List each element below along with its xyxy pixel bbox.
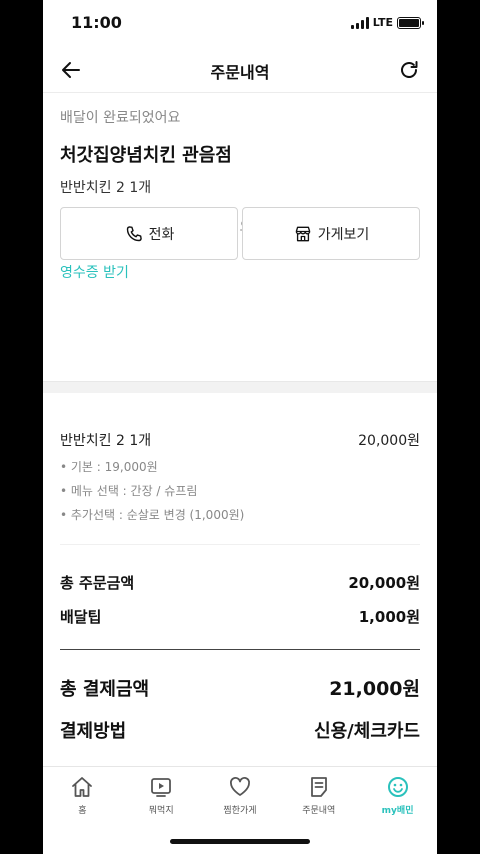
item-option: • 추가선택 : 순살로 변경 (1,000원) <box>60 508 245 522</box>
signal-icon <box>350 16 369 29</box>
order-total-label: 총 주문금액 <box>60 574 135 592</box>
status-indicators: LTE <box>350 16 424 29</box>
phone-icon <box>126 225 142 241</box>
status-time: 11:00 <box>71 13 122 32</box>
receipt-icon <box>310 777 327 797</box>
battery-icon <box>397 16 424 29</box>
delivery-tip-row: 배달팁 1,000원 <box>60 606 420 627</box>
payment-total-value: 21,000원 <box>329 678 420 700</box>
ordered-summary: 반반치킨 2 1개 <box>60 180 152 196</box>
item-price: 20,000원 <box>358 433 420 449</box>
receipt-link[interactable]: 영수증 받기 <box>60 262 129 282</box>
delivery-tip-label: 배달팁 <box>60 608 102 626</box>
order-total-row: 총 주문금액 20,000원 <box>60 572 420 593</box>
store-icon <box>295 226 311 241</box>
payment-total-label: 총 결제금액 <box>60 679 150 700</box>
tab-home[interactable]: 홈 <box>43 767 122 854</box>
call-label: 전화 <box>148 226 175 243</box>
item-name: 반반치킨 2 1개 <box>60 433 152 449</box>
delivery-tip-value: 1,000원 <box>358 608 420 626</box>
network-label: LTE <box>372 16 393 29</box>
header: 주문내역 <box>43 46 437 93</box>
home-indicator <box>170 839 310 844</box>
item-options: • 기본 : 19,000원 • 메뉴 선택 : 간장 / 슈프림 • 추가선택… <box>60 455 420 527</box>
delivery-status: 배달이 완료되었어요 <box>60 110 181 126</box>
divider <box>60 649 420 650</box>
item-option: • 기본 : 19,000원 <box>60 460 158 474</box>
tab-label: 주문내역 <box>302 806 336 816</box>
status-bar: 11:00 LTE <box>43 0 437 46</box>
item-option: • 메뉴 선택 : 간장 / 슈프림 <box>60 484 198 498</box>
store-label: 가게보기 <box>317 226 370 243</box>
section-divider <box>43 381 437 393</box>
smiley-icon <box>387 777 408 797</box>
tab-my-baemin[interactable]: my배민 <box>358 767 437 854</box>
payment-method-row: 결제방법 신용/체크카드 <box>60 717 420 743</box>
order-detail-screen: 11:00 LTE 주문내역 배달이 완료되었어요 처갓집양념치킨 관음점 반반… <box>43 0 437 854</box>
play-screen-icon <box>151 778 172 797</box>
tab-label: my배민 <box>381 806 414 816</box>
order-items: 반반치킨 2 1개 20,000원 • 기본 : 19,000원 • 메뉴 선택… <box>60 393 420 743</box>
item-row: 반반치킨 2 1개 20,000원 <box>60 430 420 450</box>
refresh-icon[interactable] <box>397 58 421 82</box>
action-buttons: 전화 가게보기 <box>60 207 420 260</box>
tab-label: 뭐먹지 <box>148 806 174 816</box>
call-button[interactable]: 전화 <box>60 207 238 260</box>
divider <box>60 544 420 545</box>
view-store-button[interactable]: 가게보기 <box>242 207 420 260</box>
order-total-value: 20,000원 <box>348 574 420 592</box>
heart-icon <box>230 777 250 796</box>
payment-total-row: 총 결제금액 21,000원 <box>60 674 420 701</box>
payment-method-label: 결제방법 <box>60 721 127 742</box>
tab-label: 찜한가게 <box>223 806 257 816</box>
page-title: 주문내역 <box>210 63 270 82</box>
home-icon <box>72 777 93 797</box>
store-name: 처갓집양념치킨 관음점 <box>60 145 232 166</box>
tab-label: 홈 <box>78 806 87 816</box>
payment-method-value: 신용/체크카드 <box>314 721 420 742</box>
